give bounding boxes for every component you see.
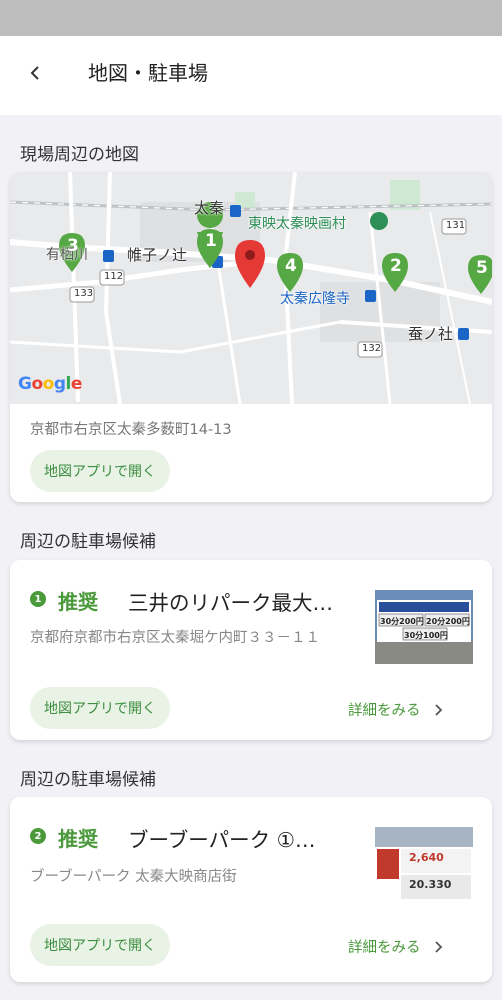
site-address: 京都市右京区太秦多薮町14-13 [30,422,232,438]
photo-text: 2,640 [409,851,444,864]
rank-badge: 1 [30,591,46,607]
google-logo: Google [18,374,82,394]
rank-badge: 2 [30,828,46,844]
detail-label: 詳細をみる [348,703,421,719]
open-map-app-button[interactable]: 地図アプリで開く [30,924,170,966]
back-button[interactable] [18,56,52,90]
recommend-label: 推奨 [58,827,98,851]
parking-address: ブーブーパーク 太秦大映商店街 [30,869,237,885]
chevron-left-icon [30,66,39,80]
detail-label: 詳細をみる [348,940,421,956]
map-marker-4[interactable]: 4 [285,256,297,276]
map-label-uzumasa: 太秦 [194,199,225,217]
photo-text: 20分200円 [426,617,470,626]
map-section-title: 現場周辺の地図 [20,145,139,165]
status-bar [0,0,502,36]
map-marker-5[interactable]: 5 [476,258,488,278]
map-label-katabira: 帷子ノ辻 [127,246,188,264]
parking-section-title: 周辺の駐車場候補 [20,532,156,552]
photo-text: 20.330 [409,878,452,891]
map-card: 太秦 東映太秦映画村 帷子ノ辻 有栖川 太秦広隆寺 蚕ノ社 131 112 13… [10,172,492,502]
parking-name: ブーブーパーク ①… [128,828,316,852]
parking-photo: 2,640 20.330 [375,827,473,901]
map-view[interactable]: 太秦 東映太秦映画村 帷子ノ辻 有栖川 太秦広隆寺 蚕ノ社 131 112 13… [10,172,492,404]
parking-address: 京都府京都市右京区太秦堀ケ内町３３－１１ [30,630,320,646]
parking-card: 2 推奨 ブーブーパーク ①… ブーブーパーク 太秦大映商店街 2,640 20… [10,797,492,982]
detail-button[interactable]: 詳細をみる [348,699,443,720]
route-133: 133 [74,288,94,299]
parking-name: 三井のリパーク最大… [128,591,333,615]
map-marker-1[interactable]: 1 [205,231,217,251]
route-132: 132 [362,343,382,354]
page-title: 地図・駐車場 [88,61,208,85]
app-header: 地図・駐車場 [0,36,502,115]
chevron-right-icon [434,703,442,716]
map-label-kaiko: 蚕ノ社 [408,325,454,343]
map-marker-3[interactable]: 3 [67,236,79,256]
detail-button[interactable]: 詳細をみる [348,936,443,957]
photo-text: 30分200円 [380,617,424,626]
chevron-right-icon [434,940,442,953]
map-marker-2[interactable]: 2 [390,256,402,276]
parking-photo: 30分200円 20分200円 30分100円 [375,590,473,664]
open-map-app-button[interactable]: 地図アプリで開く [30,450,170,492]
recommend-label: 推奨 [58,590,98,614]
photo-text: 30分100円 [404,631,448,640]
parking-card: 1 推奨 三井のリパーク最大… 京都府京都市右京区太秦堀ケ内町３３－１１ 30分… [10,560,492,740]
route-112: 112 [104,271,124,282]
parking-section-title: 周辺の駐車場候補 [20,770,156,790]
route-131: 131 [446,220,466,231]
map-label-koryuji: 太秦広隆寺 [280,291,350,307]
map-label-toei: 東映太秦映画村 [248,216,346,232]
open-map-app-button[interactable]: 地図アプリで開く [30,687,170,729]
